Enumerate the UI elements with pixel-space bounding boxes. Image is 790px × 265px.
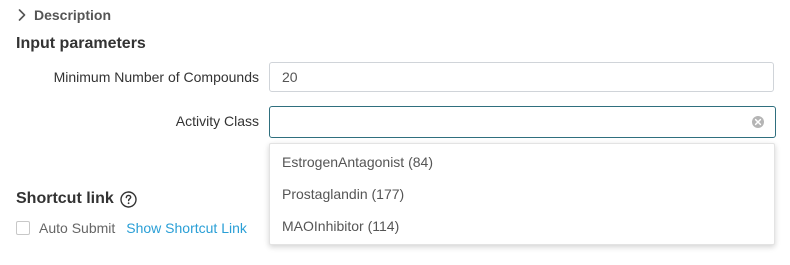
description-label: Description [34,7,112,23]
min-compounds-label: Minimum Number of Compounds [53,69,259,85]
page: Description Input parameters Minimum Num… [0,0,790,265]
min-compounds-input[interactable] [269,62,774,92]
help-icon[interactable] [120,190,137,208]
clear-icon[interactable] [751,115,765,129]
shortcut-link-title: Shortcut link [16,190,114,207]
shortcut-link-heading: Shortcut link [16,190,137,208]
description-toggle[interactable]: Description [16,6,111,24]
dropdown-option[interactable]: EstrogenAntagonist (84) [282,154,433,170]
input-parameters-title: Input parameters [16,35,146,52]
dropdown-option[interactable]: Prostaglandin (177) [282,186,404,202]
dropdown-option[interactable]: MAOInhibitor (114) [282,218,399,234]
auto-submit-label[interactable]: Auto Submit [39,220,115,236]
show-shortcut-link[interactable]: Show Shortcut Link [126,220,247,236]
activity-class-label: Activity Class [175,113,259,129]
activity-class-input[interactable] [269,106,776,138]
chevron-right-icon [16,6,28,24]
auto-submit-row: Auto Submit Show Shortcut Link [16,219,247,237]
auto-submit-checkbox[interactable] [16,221,30,235]
activity-class-dropdown: EstrogenAntagonist (84) Prostaglandin (1… [269,143,775,245]
